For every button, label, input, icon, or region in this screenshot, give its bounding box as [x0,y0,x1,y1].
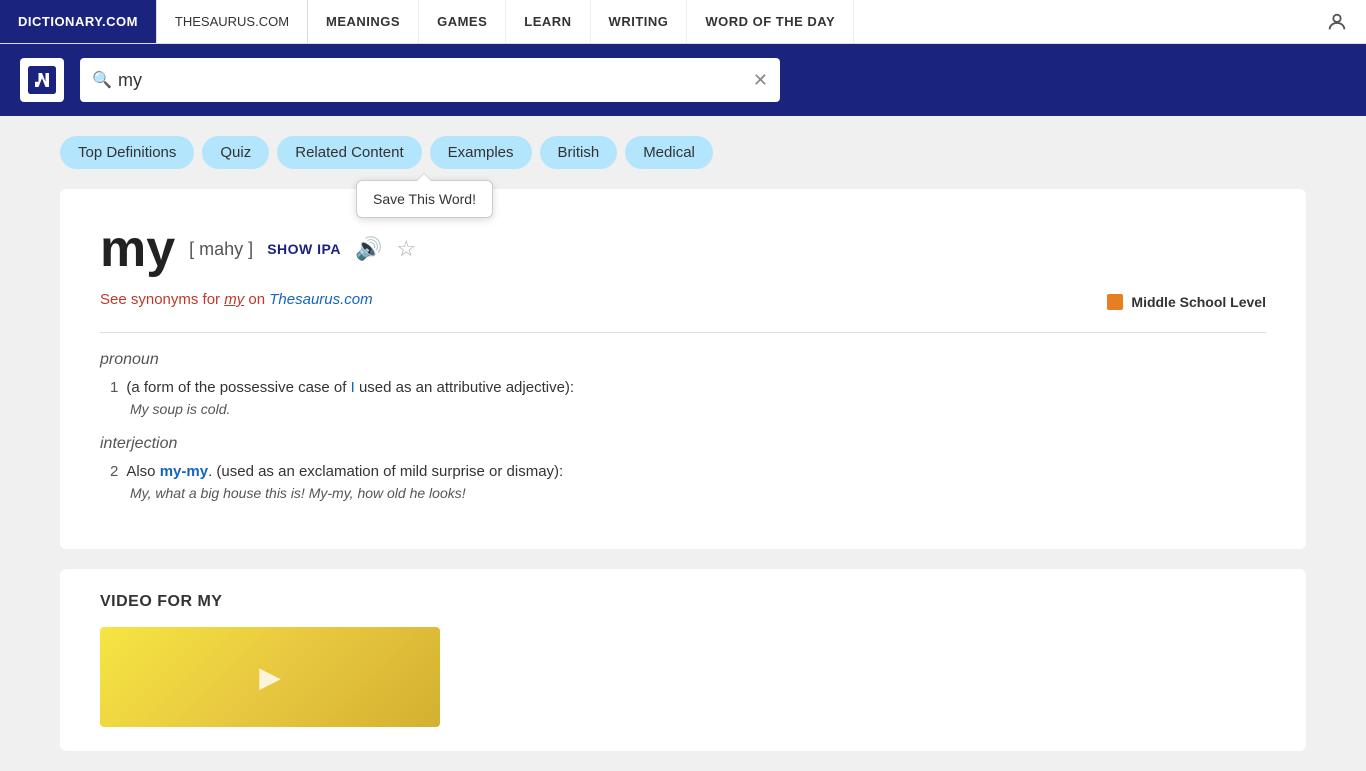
tabs-area: Top DefinitionsQuizRelated Content Exampl… [60,136,1306,169]
definition-item: 2 Also my-my. (used as an exclamation of … [100,463,1266,501]
tab-british[interactable]: British [540,136,618,169]
search-icon: 🔍 [92,70,112,90]
def-number: 1 [110,379,118,396]
definitions-area: pronoun 1 (a form of the possessive case o… [100,351,1266,501]
word-header: my [ mahy ] SHOW IPA 🔊 ☆ [100,219,1266,279]
divider [100,332,1266,333]
def-example: My, what a big house this is! My-my, how… [110,485,1266,501]
definition-card: my [ mahy ] SHOW IPA 🔊 ☆ See synonyms fo… [60,189,1306,549]
tab-related-content[interactable]: Related Content [277,136,421,169]
nav-links: MEANINGSGAMESLEARNWRITINGWORD OF THE DAY [308,0,1308,43]
tab-examples[interactable]: Examples [430,136,532,169]
search-bar-area: 🔍 ✕ [0,44,1366,116]
nav-link-games[interactable]: GAMES [419,0,506,43]
tab-top-definitions[interactable]: Top Definitions [60,136,194,169]
bookmark-icon[interactable]: ☆ [396,236,416,262]
search-form: 🔍 ✕ [80,58,780,102]
tab-medical[interactable]: Medical [625,136,713,169]
video-title: VIDEO FOR MY [100,593,1266,611]
level-badge-square [1107,294,1123,310]
definition-item: 1 (a form of the possessive case of I use… [100,379,1266,417]
synonyms-link: See synonyms for my on Thesaurus.com [100,291,373,308]
def-number: 2 [110,463,118,480]
synonyms-middle: on [244,291,269,308]
content-area: Top DefinitionsQuizRelated Content Exampl… [0,116,1366,771]
word-info-row: See synonyms for my on Thesaurus.com Mid… [100,291,1266,322]
word-main: my [100,219,175,279]
brand-thesaurus[interactable]: THESAURUS.COM [156,0,308,43]
part-of-speech: interjection [100,435,1266,453]
synonyms-word-link[interactable]: my [224,291,244,308]
word-pronunciation: [ mahy ] [189,239,253,260]
nav-link-meanings[interactable]: MEANINGS [308,0,419,43]
search-input[interactable] [80,58,780,102]
level-badge-label: Middle School Level [1131,294,1266,310]
def-text: (a form of the possessive case of I used… [126,379,574,396]
top-navigation: DICTIONARY.COM THESAURUS.COM MEANINGSGAM… [0,0,1366,44]
level-badge: Middle School Level [1107,294,1266,310]
def-also: Also my-my. (used as an exclamation of m… [126,463,563,480]
tab-quiz[interactable]: Quiz [202,136,269,169]
show-ipa-button[interactable]: SHOW IPA [267,241,341,257]
save-tooltip: Save This Word! [356,180,493,218]
video-card: VIDEO FOR MY [60,569,1306,751]
thesaurus-link[interactable]: Thesaurus.com [269,291,372,308]
nav-link-learn[interactable]: LEARN [506,0,590,43]
audio-icon[interactable]: 🔊 [355,236,382,262]
video-thumbnail[interactable] [100,627,440,727]
search-clear-button[interactable]: ✕ [753,70,768,91]
part-of-speech: pronoun [100,351,1266,369]
synonyms-prefix: See synonyms for [100,291,224,308]
brand-dictionary[interactable]: DICTIONARY.COM [0,0,156,43]
level-badge-area: Middle School Level [1107,294,1266,310]
nav-link-word-of-the-day[interactable]: WORD OF THE DAY [687,0,854,43]
logo-icon [20,58,64,102]
user-icon-area[interactable] [1308,11,1366,33]
nav-link-writing[interactable]: WRITING [591,0,688,43]
def-example: My soup is cold. [110,401,1266,417]
